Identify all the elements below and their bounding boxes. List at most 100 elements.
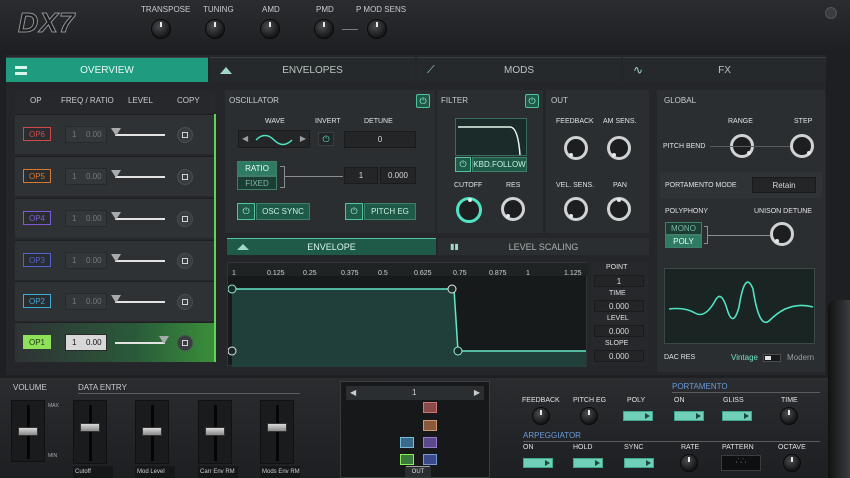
vel-sens-knob[interactable] (564, 197, 588, 221)
mono-button[interactable]: MONO (665, 222, 702, 235)
chevron-left-icon[interactable]: ◀ (242, 134, 248, 143)
data-entry-fader[interactable] (135, 400, 169, 464)
tab-mods[interactable]: ⟋ MODS (417, 57, 621, 82)
copy-icon[interactable] (177, 127, 193, 143)
fx-pitch-eg-knob[interactable] (580, 407, 598, 425)
op-button[interactable]: OP3 (23, 253, 51, 267)
ratio-button[interactable]: RATIO (237, 161, 277, 176)
algorithm-selector[interactable]: ◀ 1 ▶ (346, 386, 484, 400)
data-entry-fader[interactable] (260, 400, 294, 464)
invert-toggle[interactable]: ⏻ (318, 132, 334, 146)
fader-cap[interactable] (80, 423, 100, 432)
oscillator-power-button[interactable]: ⏻ (416, 94, 430, 108)
osc-sync-button[interactable]: OSC SYNC (256, 203, 310, 220)
algo-next-icon[interactable]: ▶ (474, 388, 480, 397)
level-slider[interactable] (111, 254, 165, 262)
freq-ratio-field[interactable]: 1 0.00 (65, 252, 107, 269)
wave-selector[interactable]: ◀ ▶ (238, 130, 310, 148)
poly-button[interactable]: POLY (665, 235, 702, 248)
fx-feedback-knob[interactable] (532, 407, 550, 425)
point-field[interactable]: 1 (594, 275, 644, 287)
volume-fader[interactable] (11, 400, 45, 462)
op-button[interactable]: OP1 (23, 335, 51, 349)
level-slider[interactable] (115, 336, 169, 344)
osc-sync-power-button[interactable]: ⏻ (237, 203, 255, 220)
coarse-field[interactable]: 1 (344, 167, 378, 184)
op-button[interactable]: OP6 (23, 127, 51, 141)
freq-ratio-field[interactable]: 1 0.00 (65, 334, 107, 351)
operator-row-op6[interactable]: OP6 1 0.00 (15, 114, 215, 154)
fine-field[interactable]: 0.000 (380, 167, 416, 184)
pitch-eg-power-button[interactable]: ⏻ (345, 203, 363, 220)
op-button[interactable]: OP2 (23, 294, 51, 308)
res-knob[interactable] (501, 197, 525, 221)
cutoff-knob[interactable] (456, 197, 482, 223)
feedback-knob[interactable] (564, 136, 588, 160)
copy-icon[interactable] (177, 169, 193, 185)
pmd-knob[interactable] (314, 19, 334, 39)
arp-rate-knob[interactable] (680, 454, 698, 472)
envelope-editor[interactable]: 1 0.125 0.25 0.375 0.5 0.625 0.75 0.875 1 1.125 (227, 262, 588, 367)
step-knob[interactable] (790, 134, 814, 158)
operator-row-op1[interactable]: OP1 1 0.00 (15, 322, 215, 362)
transpose-knob[interactable] (151, 19, 171, 39)
envelope-tab[interactable]: ENVELOPE (227, 238, 436, 255)
porta-time-knob[interactable] (780, 407, 798, 425)
freq-ratio-field[interactable]: 1 0.00 (65, 293, 107, 310)
level-slider-handle[interactable] (159, 336, 169, 344)
porta-on-toggle[interactable] (674, 411, 704, 421)
freq-ratio-field[interactable]: 1 0.00 (65, 126, 107, 143)
level-slider[interactable] (111, 170, 165, 178)
level-slider[interactable] (111, 128, 165, 136)
arp-pattern-display[interactable]: ·˙·˙· (721, 455, 761, 471)
pmod-sens-knob[interactable] (367, 19, 387, 39)
fx-poly-toggle[interactable] (623, 411, 653, 421)
level-slider-handle[interactable] (111, 295, 121, 303)
filter-power-button[interactable]: ⏻ (525, 94, 539, 108)
pan-knob[interactable] (607, 197, 631, 221)
fixed-button[interactable]: FIXED (237, 176, 277, 190)
arp-hold-toggle[interactable] (573, 458, 603, 468)
level-slider-handle[interactable] (111, 128, 121, 136)
level-slider[interactable] (111, 212, 165, 220)
op-button[interactable]: OP4 (23, 211, 51, 225)
am-sens-knob[interactable] (607, 136, 631, 160)
data-entry-fader[interactable] (73, 400, 107, 464)
operator-row-op5[interactable]: OP5 1 0.00 (15, 156, 215, 196)
level-slider-handle[interactable] (111, 254, 121, 262)
arp-sync-toggle[interactable] (624, 458, 654, 468)
dac-res-toggle[interactable] (763, 354, 781, 362)
op-button[interactable]: OP5 (23, 169, 51, 183)
level-slider[interactable] (111, 295, 165, 303)
chevron-right-icon[interactable]: ▶ (300, 134, 306, 143)
freq-ratio-field[interactable]: 1 0.00 (65, 168, 107, 185)
detune-field[interactable]: 0 (344, 131, 416, 148)
fader-cap[interactable] (142, 427, 162, 436)
level-scaling-tab[interactable]: ▮▮ LEVEL SCALING (438, 238, 649, 255)
level-slider-handle[interactable] (111, 170, 121, 178)
copy-icon[interactable] (177, 211, 193, 227)
data-entry-fader[interactable] (198, 400, 232, 464)
arp-octave-knob[interactable] (783, 454, 801, 472)
kbd-follow-button[interactable]: KBD.FOLLOW (472, 157, 527, 172)
tab-fx[interactable]: ∿ FX (623, 57, 826, 82)
algo-prev-icon[interactable]: ◀ (350, 388, 356, 397)
portamento-mode-select[interactable]: Retain (752, 177, 816, 193)
kbd-follow-power-button[interactable]: ⏻ (455, 157, 471, 172)
copy-icon[interactable] (177, 253, 193, 269)
tab-overview[interactable]: OVERVIEW (6, 57, 208, 82)
time-field[interactable]: 0.000 (594, 300, 644, 312)
tuning-knob[interactable] (205, 19, 225, 39)
copy-icon[interactable] (177, 335, 193, 351)
freq-ratio-field[interactable]: 1 0.00 (65, 210, 107, 227)
level-slider-handle[interactable] (111, 212, 121, 220)
amd-knob[interactable] (260, 19, 280, 39)
arp-on-toggle[interactable] (523, 458, 553, 468)
copy-icon[interactable] (177, 294, 193, 310)
gliss-toggle[interactable] (722, 411, 752, 421)
unison-detune-knob[interactable] (770, 222, 794, 246)
pitch-eg-button[interactable]: PITCH EG (364, 203, 416, 220)
level-field[interactable]: 0.000 (594, 325, 644, 337)
fader-cap[interactable] (205, 427, 225, 436)
slope-field[interactable]: 0.000 (594, 350, 644, 362)
